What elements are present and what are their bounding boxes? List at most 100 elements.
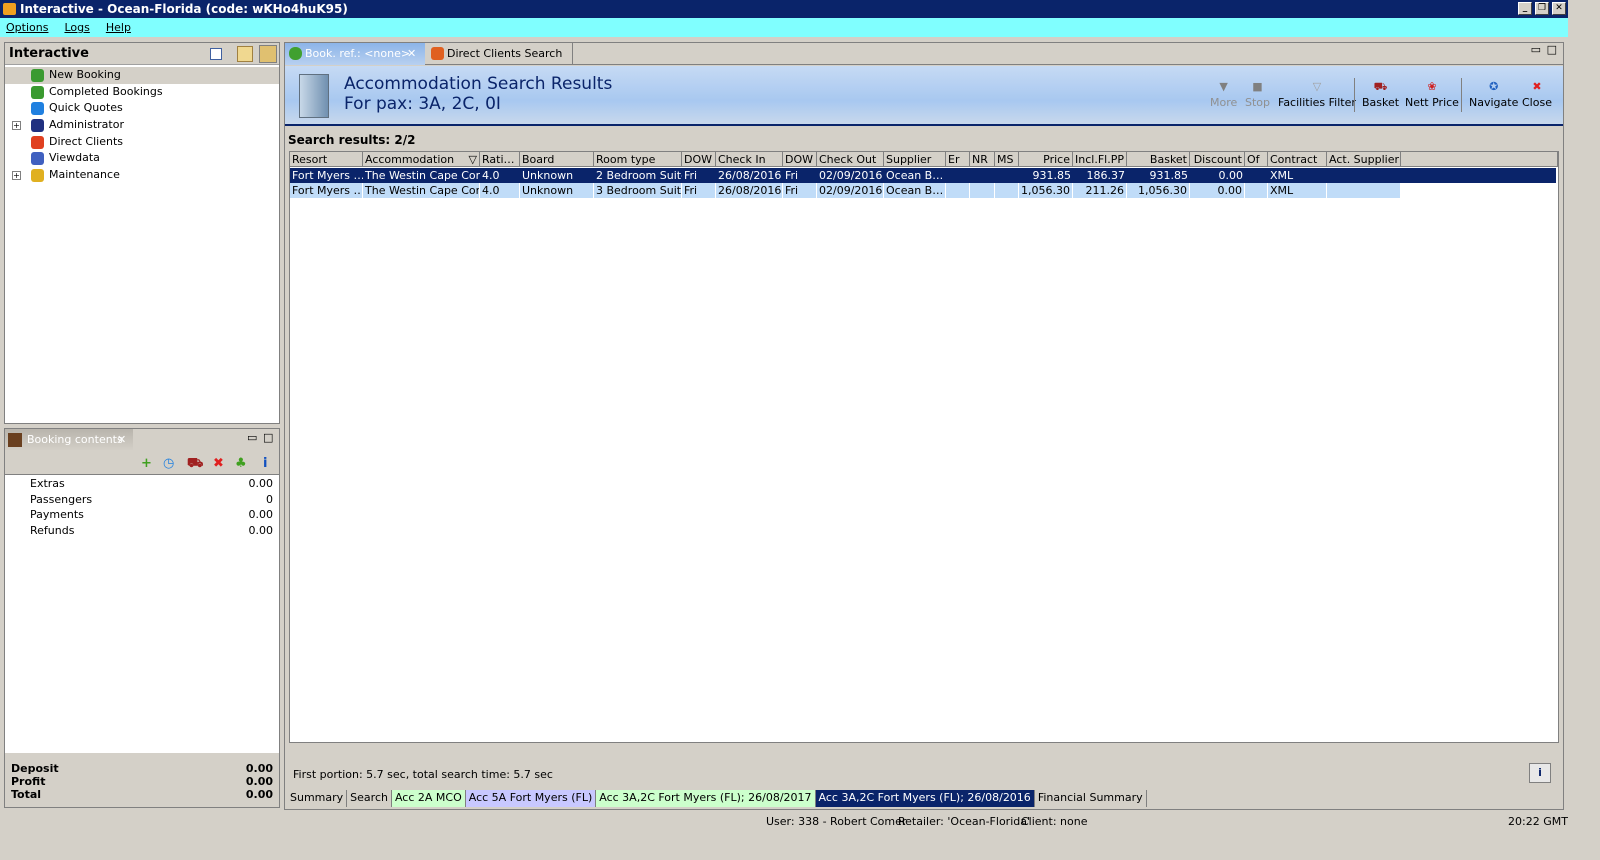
app-logo-icon — [3, 3, 16, 15]
total-row: Profit 0.00 — [11, 775, 273, 788]
menu-options[interactable]: Options — [6, 21, 48, 34]
booking-row-label: Extras — [30, 477, 65, 490]
column-header[interactable]: Contract — [1268, 152, 1327, 167]
nav-item-new-booking[interactable]: New Booking — [5, 67, 279, 84]
column-header[interactable]: Check In — [716, 152, 783, 167]
more-button[interactable]: ▼ More — [1210, 80, 1237, 109]
delete-icon[interactable]: ✖ — [213, 456, 224, 471]
table-row[interactable]: Fort Myers … The Westin Cape Cor… 4.0 Unkno… — [290, 168, 1556, 183]
column-header[interactable]: DOW — [783, 152, 817, 167]
column-header[interactable]: Room type — [594, 152, 682, 167]
column-header[interactable]: Board — [520, 152, 594, 167]
expand-icon[interactable]: + — [12, 121, 21, 131]
books-icon — [31, 169, 44, 183]
hotel-building-icon — [299, 74, 329, 118]
minimize-panel-icon[interactable]: ▭ — [1531, 43, 1541, 56]
basket-icon: ⛟ — [1373, 80, 1388, 93]
info-button[interactable]: i — [1529, 763, 1551, 783]
bottom-tab[interactable]: Summary — [287, 790, 348, 807]
column-header[interactable]: Supplier — [884, 152, 946, 167]
nav-item-completed-bookings[interactable]: Completed Bookings — [5, 84, 279, 101]
nett-price-button[interactable]: ❀ Nett Price — [1405, 80, 1459, 109]
palm-tree-icon[interactable]: ♣ — [235, 456, 247, 471]
restore-button[interactable]: ❐ — [1535, 2, 1549, 15]
client-icon — [31, 135, 44, 149]
palm-tree-icon — [289, 47, 302, 60]
column-header[interactable]: Basket — [1127, 152, 1190, 167]
booking-contents-tab[interactable]: Booking contents ✕ — [5, 429, 133, 451]
bottom-tab[interactable]: Acc 5A Fort Myers (FL) — [465, 790, 597, 807]
nav-item-administrator[interactable]: + Administrator — [5, 117, 279, 134]
bottom-tab[interactable]: Acc 3A,2C Fort Myers (FL); 26/08/2017 — [596, 790, 816, 807]
filter-icon[interactable]: ▽ — [469, 152, 477, 166]
column-header[interactable]: NR — [970, 152, 995, 167]
column-header[interactable]: Incl.Fl.PP — [1073, 152, 1127, 167]
column-header[interactable]: MS — [995, 152, 1019, 167]
tab-booking-ref[interactable]: Book. ref.: <none> ✕ — [285, 43, 425, 65]
column-header-label: Er — [948, 153, 960, 166]
column-header[interactable]: Discount — [1190, 152, 1245, 167]
table-cell: 3 Bedroom Suite — [596, 183, 682, 198]
link-icon[interactable] — [237, 46, 253, 62]
nav-item-label: Quick Quotes — [49, 101, 123, 115]
info-icon[interactable]: i — [263, 456, 267, 471]
suitcase-icon — [8, 433, 22, 447]
sync-arrows-icon[interactable] — [259, 45, 277, 63]
tab-direct-clients-search[interactable]: Direct Clients Search — [427, 43, 573, 65]
nav-item-direct-clients[interactable]: Direct Clients — [5, 134, 279, 151]
column-header[interactable]: DOW — [682, 152, 716, 167]
column-header[interactable]: Check Out — [817, 152, 884, 167]
nav-item-maintenance[interactable]: + Maintenance — [5, 167, 279, 184]
close-button[interactable]: ✖ Close — [1522, 80, 1552, 109]
column-header-label: Supplier — [886, 153, 932, 166]
maximize-panel-icon[interactable]: □ — [263, 431, 273, 444]
minimize-button[interactable]: _ — [1518, 2, 1532, 15]
close-tab-icon[interactable]: ✕ — [117, 429, 126, 451]
column-header[interactable]: Rati… — [480, 152, 520, 167]
search-results-count: Search results: 2/2 — [288, 133, 416, 147]
clock-icon[interactable]: ◷ — [163, 456, 174, 471]
table-row[interactable]: Fort Myers … The Westin Cape Cor… 4.0 Unkno… — [290, 183, 1401, 198]
table-cell: Unknown — [520, 183, 594, 198]
bottom-tab[interactable]: Financial Summary — [1034, 790, 1147, 807]
expand-icon[interactable]: + — [12, 171, 21, 181]
add-icon[interactable]: + — [141, 456, 152, 471]
total-row: Total 0.00 — [11, 788, 273, 801]
search-time-status: First portion: 5.7 sec, total search tim… — [293, 768, 553, 781]
tab-label: Book. ref.: <none> — [305, 47, 411, 60]
column-header[interactable]: Price — [1019, 152, 1073, 167]
column-header[interactable]: Accommodation ▽ — [363, 152, 480, 167]
column-header[interactable]: Er — [946, 152, 970, 167]
booking-contents-panel: Booking contents ✕ ▭ □ + ◷ ⛟ ✖ ♣ i Extras 0… — [4, 428, 280, 808]
navigate-button[interactable]: ✪ Navigate — [1469, 80, 1518, 109]
close-window-button[interactable]: ✕ — [1552, 2, 1566, 15]
minimize-panel-icon[interactable]: ▭ — [247, 431, 257, 444]
menu-help[interactable]: Help — [106, 21, 131, 34]
table-cell: 4.0 — [480, 183, 520, 198]
maximize-panel-icon[interactable]: □ — [1547, 43, 1557, 56]
menu-logs[interactable]: Logs — [64, 21, 89, 34]
results-title: Accommodation Search Results — [344, 74, 613, 94]
collapse-all-icon[interactable] — [210, 48, 222, 60]
table-cell: 1,056.30 — [1127, 183, 1190, 198]
main-panel: Book. ref.: <none> ✕ Direct Clients Searc… — [284, 42, 1564, 810]
column-header[interactable]: Resort — [290, 152, 363, 167]
stop-button[interactable]: ■ Stop — [1245, 80, 1270, 109]
facilities-filter-button[interactable]: ▽ Facilities Filter — [1278, 80, 1356, 109]
column-header[interactable]: Of — [1245, 152, 1268, 167]
nav-item-label: Viewdata — [49, 151, 100, 165]
nav-item-viewdata[interactable]: Viewdata — [5, 150, 279, 167]
close-icon: ✖ — [1532, 80, 1542, 93]
bottom-tab[interactable]: Acc 2A MCO — [391, 790, 466, 807]
column-header-label: Check Out — [819, 153, 877, 166]
bottom-tab[interactable]: Acc 3A,2C Fort Myers (FL); 26/08/2016 — [815, 790, 1035, 807]
basket-button[interactable]: ⛟ Basket — [1362, 80, 1399, 109]
table-cell: 0.00 — [1190, 183, 1245, 198]
bottom-tab[interactable]: Search — [347, 790, 392, 807]
table-cell: Fri — [785, 169, 799, 182]
nav-item-label: New Booking — [49, 68, 121, 81]
basket-forward-icon[interactable]: ⛟ — [187, 456, 203, 473]
column-header[interactable]: Act. Supplier — [1327, 152, 1401, 167]
nav-item-quick-quotes[interactable]: Quick Quotes — [5, 100, 279, 117]
close-tab-icon[interactable]: ✕ — [407, 43, 416, 65]
